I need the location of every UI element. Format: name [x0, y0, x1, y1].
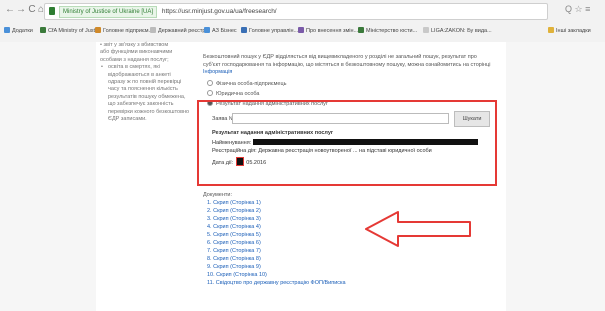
left-arrow-icon	[365, 211, 471, 247]
annotation-arrow	[365, 211, 471, 247]
